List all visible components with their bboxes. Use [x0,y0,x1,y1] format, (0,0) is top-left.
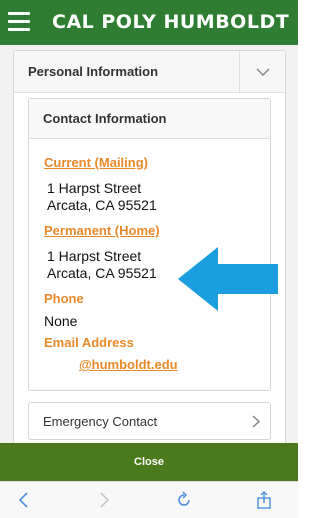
mailing-address-line1: 1 Harpst Street [47,180,142,196]
arrow-left-icon [178,247,278,311]
chevron-down-icon [255,68,270,76]
home-address-line2: Arcata, CA 95521 [47,265,157,281]
phone-label: Phone [44,291,84,306]
home-address-link[interactable]: Permanent (Home) [44,223,160,238]
chevron-right-icon [252,415,260,428]
emergency-contact-label: Emergency Contact [43,413,158,429]
section-title: Personal Information [28,64,159,79]
contact-information-card: Contact Information Current (Mailing) 1 … [28,98,271,391]
refresh-icon[interactable] [174,490,194,510]
email-label: Email Address [44,335,134,350]
back-chevron-icon[interactable] [14,490,34,510]
email-link[interactable]: @humboldt.edu [79,357,178,372]
personal-information-header[interactable]: Personal Information [14,51,285,93]
phone-value: None [44,313,78,329]
emergency-contact-row[interactable]: Emergency Contact [28,402,271,440]
forward-chevron-icon[interactable] [94,490,114,510]
contact-information-header: Contact Information [29,99,270,139]
main-content: Personal Information Contact Information… [0,45,298,443]
mailing-address-line2: Arcata, CA 95521 [47,197,157,213]
app-header: CAL POLY HUMBOLDT [0,0,298,45]
home-address-line1: 1 Harpst Street [47,248,142,264]
brand-title: CAL POLY HUMBOLDT [52,11,290,33]
mailing-address-link[interactable]: Current (Mailing) [44,155,148,170]
hamburger-icon[interactable] [8,12,30,32]
browser-toolbar [0,481,298,518]
close-button[interactable]: Close [0,443,298,481]
share-icon[interactable] [254,490,274,510]
collapse-toggle[interactable] [239,51,285,93]
